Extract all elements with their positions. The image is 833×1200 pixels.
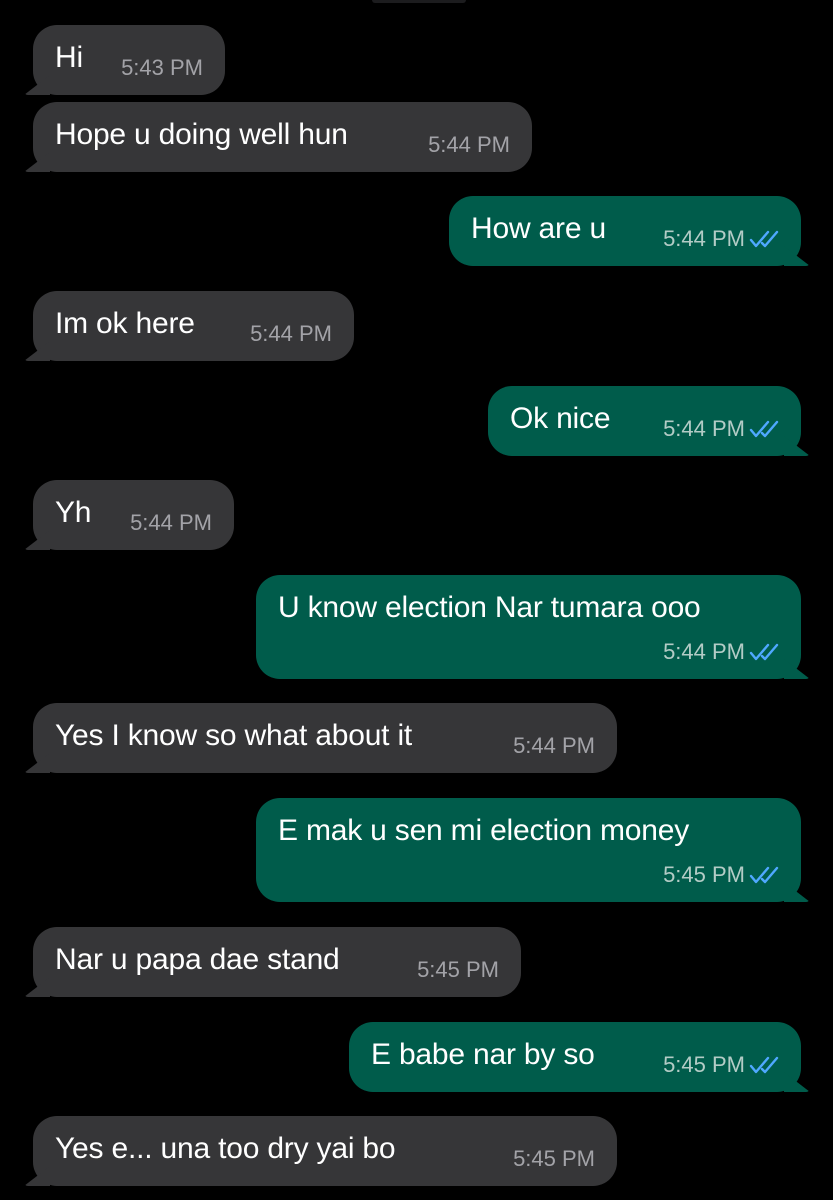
incoming-message-bubble[interactable]: Nar u papa dae stand 5:45 PM xyxy=(33,927,521,997)
incoming-message-bubble[interactable]: Yes I know so what about it 5:44 PM xyxy=(33,703,617,773)
message-text: E mak u sen mi election money xyxy=(278,814,690,847)
message-timestamp: 5:45 PM xyxy=(513,1146,595,1171)
double-check-icon xyxy=(749,420,779,438)
double-check-icon xyxy=(749,866,779,884)
double-check-icon xyxy=(749,643,779,661)
message-timestamp: 5:44 PM xyxy=(663,416,745,441)
message-meta: 5:45 PM xyxy=(663,863,783,887)
incoming-message-bubble[interactable]: Hi 5:43 PM xyxy=(33,25,225,95)
message-text: Ok nice xyxy=(510,402,611,435)
status-bar-edge xyxy=(372,0,466,3)
outgoing-message-bubble[interactable]: U know election Nar tumara ooo 5:44 PM xyxy=(256,575,801,679)
message-timestamp: 5:45 PM xyxy=(663,1052,745,1077)
message-text: Hope u doing well hun xyxy=(55,118,348,151)
message-timestamp: 5:44 PM xyxy=(513,733,595,758)
message-meta: 5:45 PM xyxy=(663,1053,783,1077)
message-text: How are u xyxy=(471,212,606,245)
double-check-icon xyxy=(749,230,779,248)
message-text: Yes e... una too dry yai bo xyxy=(55,1132,396,1165)
message-timestamp: 5:44 PM xyxy=(250,321,332,346)
message-text: Nar u papa dae stand xyxy=(55,943,340,976)
message-text: E babe nar by so xyxy=(371,1038,595,1071)
message-meta: 5:44 PM xyxy=(663,227,783,251)
incoming-message-bubble[interactable]: Hope u doing well hun 5:44 PM xyxy=(33,102,532,172)
outgoing-message-bubble[interactable]: How are u 5:44 PM xyxy=(449,196,801,266)
message-timestamp: 5:45 PM xyxy=(417,957,499,982)
message-text: Yes I know so what about it xyxy=(55,719,413,752)
incoming-message-bubble[interactable]: Yh 5:44 PM xyxy=(33,480,234,550)
message-timestamp: 5:44 PM xyxy=(130,510,212,535)
message-meta: 5:44 PM xyxy=(663,640,783,664)
incoming-message-bubble[interactable]: Yes e... una too dry yai bo 5:45 PM xyxy=(33,1116,617,1186)
message-meta: 5:44 PM xyxy=(663,417,783,441)
message-timestamp: 5:44 PM xyxy=(663,639,745,664)
double-check-icon xyxy=(749,1056,779,1074)
message-text: Hi xyxy=(55,41,83,74)
message-text: Im ok here xyxy=(55,307,195,340)
message-timestamp: 5:45 PM xyxy=(663,862,745,887)
incoming-message-bubble[interactable]: Im ok here 5:44 PM xyxy=(33,291,354,361)
outgoing-message-bubble[interactable]: E babe nar by so 5:45 PM xyxy=(349,1022,801,1092)
message-timestamp: 5:44 PM xyxy=(428,132,510,157)
message-text: Yh xyxy=(55,496,92,529)
outgoing-message-bubble[interactable]: E mak u sen mi election money 5:45 PM xyxy=(256,798,801,902)
message-timestamp: 5:43 PM xyxy=(121,55,203,80)
message-text: U know election Nar tumara ooo xyxy=(278,591,701,624)
message-timestamp: 5:44 PM xyxy=(663,226,745,251)
outgoing-message-bubble[interactable]: Ok nice 5:44 PM xyxy=(488,386,801,456)
